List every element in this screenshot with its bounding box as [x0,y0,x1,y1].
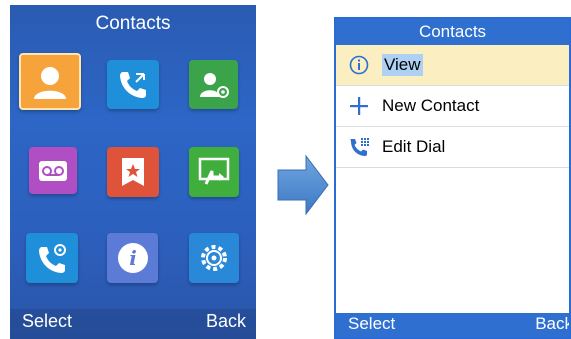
contact-settings-icon[interactable] [189,60,238,109]
favorites-icon[interactable] [107,147,159,197]
call-history-icon[interactable] [107,60,159,109]
menu-item-view[interactable]: View [336,45,569,86]
contacts-icon[interactable] [19,53,81,110]
softkey-bar: Select Back [10,309,256,339]
arrow-right-icon [277,154,329,216]
voicemail-icon[interactable] [29,147,77,194]
softkey-bar: Select Back [336,313,569,337]
main-menu-screen: Contacts i Select Back [10,5,256,339]
menu-item-label: New Contact [382,96,480,115]
back-softkey[interactable]: Back [206,311,246,332]
select-softkey[interactable]: Select [22,311,72,332]
menu-item-edit-dial[interactable]: Edit Dial [336,127,569,168]
menu-item-new-contact[interactable]: New Contact [336,86,569,127]
plus-icon [348,95,370,117]
menu-item-label: View [382,54,423,76]
info-circle-icon [348,54,370,76]
call-settings-icon[interactable] [26,233,78,283]
contacts-menu-screen: Contacts View New Contact Edit Dial Sele… [334,17,571,339]
info-icon[interactable]: i [107,233,158,283]
menu-item-label: Edit Dial [382,137,446,156]
svg-text:i: i [129,246,137,270]
transfer-icon[interactable] [189,147,239,197]
settings-gear-icon[interactable] [189,233,239,283]
phone-dialpad-icon [348,136,370,158]
back-softkey[interactable]: Back [535,314,569,334]
screen-title: Contacts [336,19,569,45]
select-softkey[interactable]: Select [348,314,395,334]
app-grid: i [10,5,256,339]
